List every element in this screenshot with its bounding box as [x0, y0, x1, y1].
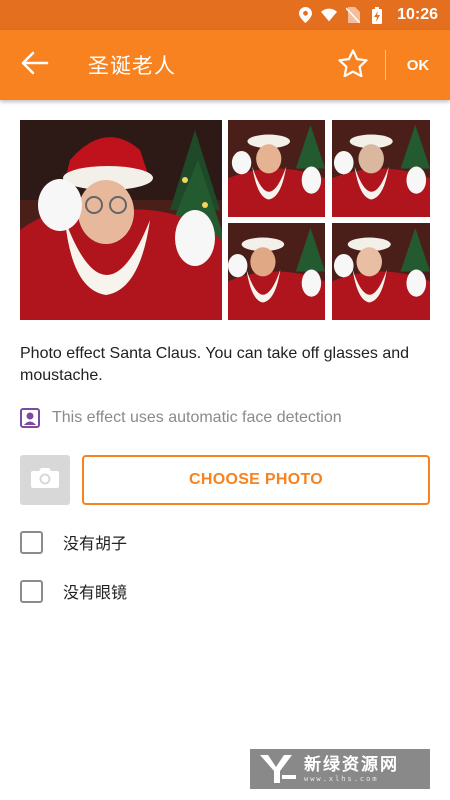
- back-button[interactable]: [0, 30, 70, 100]
- no-sim-icon: [345, 7, 361, 23]
- face-detection-note: This effect uses automatic face detectio…: [20, 408, 342, 428]
- no-glasses-label: 没有眼镜: [63, 583, 128, 602]
- ok-button[interactable]: OK: [394, 30, 442, 100]
- option-no-glasses[interactable]: 没有眼镜: [20, 579, 127, 603]
- effect-preview-gallery: [20, 120, 430, 320]
- app-bar-divider: [385, 50, 386, 80]
- effect-description: Photo effect Santa Claus. You can take o…: [20, 345, 410, 384]
- face-detection-text: This effect uses automatic face detectio…: [52, 409, 342, 426]
- watermark-url: www.xlhs.com: [304, 774, 379, 783]
- arrow-left-icon: [21, 51, 49, 79]
- watermark: 新绿资源网 www.xlhs.com: [250, 749, 430, 789]
- santa-thumb-3: [228, 223, 325, 320]
- page-title: 圣诞老人: [88, 54, 176, 78]
- app-bar: 圣诞老人 OK: [0, 30, 450, 100]
- status-time: 10:26: [397, 6, 438, 23]
- santa-claus-main-photo: [20, 120, 222, 320]
- santa-thumb-1: [228, 120, 325, 217]
- location-icon: [297, 7, 313, 23]
- no-glasses-checkbox[interactable]: [20, 579, 43, 603]
- favorite-button[interactable]: [327, 30, 379, 100]
- choose-photo-button[interactable]: CHOOSE PHOTO: [82, 455, 430, 505]
- watermark-brand: 新绿资源网: [304, 754, 399, 775]
- option-no-moustache[interactable]: 没有胡子: [20, 530, 127, 554]
- camera-icon: [30, 466, 60, 494]
- watermark-logo-icon: [258, 753, 298, 785]
- santa-thumb-4: [332, 223, 430, 320]
- wifi-icon: [321, 7, 338, 23]
- no-moustache-checkbox[interactable]: [20, 530, 43, 554]
- camera-button[interactable]: [20, 455, 70, 505]
- battery-charging-icon: [369, 6, 385, 24]
- santa-thumb-2: [332, 120, 430, 217]
- face-detection-icon: [20, 408, 40, 428]
- status-bar: 10:26: [0, 0, 450, 30]
- no-moustache-label: 没有胡子: [63, 534, 128, 553]
- star-outline-icon: [338, 49, 368, 81]
